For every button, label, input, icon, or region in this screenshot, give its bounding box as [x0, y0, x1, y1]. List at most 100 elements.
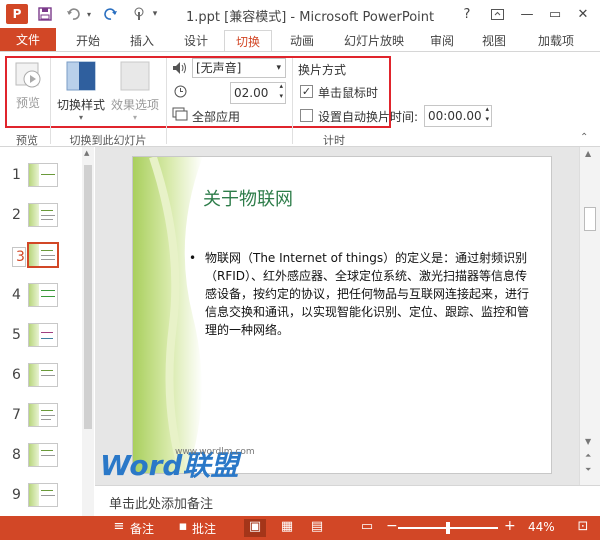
scroll-up-icon[interactable]: ▲ — [84, 149, 89, 157]
tab-animations[interactable]: 动画 — [280, 30, 324, 52]
thumbnail-number: 5 — [12, 327, 21, 343]
next-slide-icon[interactable]: ⏷ — [585, 465, 591, 475]
thumbnail-item[interactable]: 8 — [0, 439, 82, 479]
reading-view-icon[interactable]: ▤ — [306, 519, 328, 537]
comments-button[interactable]: 批注 — [192, 520, 216, 537]
zoom-out-button[interactable]: − — [386, 518, 398, 534]
tab-review[interactable]: 审阅 — [420, 30, 464, 52]
zoom-level[interactable]: 44% — [528, 520, 555, 534]
thumbnail-number: 8 — [12, 447, 21, 463]
slide-scrollbar[interactable]: ▲ ▼ ⏶ ⏷ — [579, 147, 600, 485]
tab-insert[interactable]: 插入 — [120, 30, 164, 52]
effect-options-button[interactable]: 效果选项 ▾ — [108, 60, 162, 124]
ribbon-tabs: 文件 开始 插入 设计 切换 动画 幻灯片放映 审阅 视图 加载项 — [0, 28, 600, 52]
auto-advance-value: 00:00.00 — [428, 109, 482, 123]
duration-icon — [174, 85, 188, 99]
thumbnail-number: 1 — [12, 167, 21, 183]
tab-addins[interactable]: 加载项 — [528, 30, 584, 52]
thumbnail-image — [28, 283, 58, 307]
duration-value: 02.00 — [234, 86, 269, 100]
zoom-slider-handle[interactable] — [446, 522, 450, 534]
thumbnail-image — [28, 483, 58, 507]
tab-home[interactable]: 开始 — [66, 30, 110, 52]
normal-view-icon[interactable]: ▣ — [244, 519, 266, 537]
transition-style-icon — [65, 60, 97, 92]
thumbnail-number: 3 — [12, 247, 26, 267]
undo-icon[interactable] — [62, 3, 84, 25]
slideshow-icon[interactable]: ▭ — [356, 519, 378, 537]
minimize-button[interactable]: — — [512, 0, 542, 28]
restore-button[interactable]: ▭ — [540, 0, 570, 28]
thumbnail-image — [28, 323, 58, 347]
group-label-preview: 预览 — [16, 134, 38, 147]
zoom-in-button[interactable]: + — [504, 518, 516, 534]
ribbon-display-options-icon[interactable] — [482, 0, 512, 28]
scrollbar-thumb[interactable] — [584, 207, 596, 231]
collapse-ribbon-icon[interactable]: ⌃ — [580, 132, 588, 143]
group-separator — [50, 58, 51, 144]
save-icon[interactable] — [34, 3, 56, 25]
thumbnail-item[interactable]: 6 — [0, 359, 82, 399]
tab-design[interactable]: 设计 — [174, 30, 218, 52]
spinner-arrows-icon[interactable]: ▴ ▾ — [279, 81, 283, 101]
notes-placeholder: 单击此处添加备注 — [109, 497, 214, 512]
tab-transitions[interactable]: 切换 — [224, 30, 272, 52]
thumbnail-item[interactable]: 9 — [0, 479, 82, 519]
tab-slideshow[interactable]: 幻灯片放映 — [334, 30, 414, 52]
comment-icon: ▪ — [178, 519, 188, 534]
status-bar: ≡ 备注 ▪ 批注 ▣ ▦ ▤ ▭ − + 44% ⊡ — [0, 516, 600, 540]
current-slide[interactable]: 关于物联网 • 物联网（The Internet of things）的定义是：… — [132, 156, 552, 474]
thumbnail-image — [28, 203, 58, 227]
bullet-icon: • — [189, 251, 197, 265]
thumbnail-image — [28, 403, 58, 427]
auto-advance-checkbox[interactable] — [300, 109, 313, 122]
notes-button[interactable]: 备注 — [130, 520, 154, 537]
redo-icon[interactable] — [100, 3, 122, 25]
transition-style-label: 切换样式 — [56, 98, 105, 112]
thumbnail-item[interactable]: 2 — [0, 199, 82, 239]
undo-dropdown-icon[interactable]: ▾ — [84, 3, 94, 25]
customize-toolbar-icon[interactable]: ▾ — [150, 3, 160, 25]
group-separator — [166, 58, 167, 144]
fit-to-window-icon[interactable]: ⊡ — [572, 519, 594, 537]
close-button[interactable]: ✕ — [568, 0, 598, 28]
thumbnail-number: 6 — [12, 367, 21, 383]
ribbon: 预览 切换样式 ▾ 效果选项 ▾ [无声音] ▾ 02.00 ▴ ▾ 全部应用 换… — [0, 51, 600, 147]
tab-file[interactable]: 文件 — [0, 28, 56, 52]
apply-all-button[interactable]: 全部应用 — [192, 108, 240, 125]
thumbnail-item[interactable]: 4 — [0, 279, 82, 319]
thumbnails-scrollbar[interactable]: ▲ — [82, 147, 94, 516]
preview-button[interactable]: 预览 — [10, 60, 46, 116]
scrollbar-thumb[interactable] — [84, 165, 92, 429]
thumbnail-item-selected[interactable]: 3 — [0, 239, 82, 279]
help-button[interactable]: ? — [452, 0, 482, 28]
slide-body-text[interactable]: • 物联网（The Internet of things）的定义是：通过射频识别… — [189, 249, 535, 339]
thumbnail-item[interactable]: 5 — [0, 319, 82, 359]
watermark-url: www.wordlm.com — [175, 447, 255, 457]
touch-mode-icon[interactable] — [128, 3, 150, 25]
duration-input[interactable]: 02.00 ▴ ▾ — [230, 82, 286, 104]
checkmark-icon: ✓ — [301, 85, 312, 98]
thumbnail-item[interactable]: 7 — [0, 399, 82, 439]
tab-view[interactable]: 视图 — [472, 30, 516, 52]
notes-pane[interactable]: 单击此处添加备注 — [95, 485, 600, 516]
auto-advance-label: 设置自动换片时间: — [318, 110, 419, 124]
spinner-arrows-icon[interactable]: ▴ ▾ — [485, 104, 489, 124]
previous-slide-icon[interactable]: ⏶ — [585, 451, 591, 461]
notes-icon: ≡ — [113, 519, 125, 534]
thumbnail-number: 9 — [12, 487, 21, 503]
auto-advance-time-input[interactable]: 00:00.00 ▴ ▾ — [424, 105, 492, 127]
preview-icon — [13, 60, 43, 90]
slide-sorter-icon[interactable]: ▦ — [276, 519, 298, 537]
thumbnail-number: 7 — [12, 407, 21, 423]
on-click-checkbox[interactable]: ✓ — [300, 85, 313, 98]
powerpoint-logo-icon: P — [6, 4, 28, 24]
scroll-down-icon[interactable]: ▼ — [585, 437, 591, 446]
scroll-up-icon[interactable]: ▲ — [585, 149, 591, 158]
sound-select[interactable]: [无声音] ▾ — [192, 58, 286, 78]
transition-style-button[interactable]: 切换样式 ▾ — [56, 60, 106, 124]
preview-label: 预览 — [15, 96, 40, 110]
thumbnail-item[interactable]: 1 — [0, 159, 82, 199]
slide-title[interactable]: 关于物联网 — [203, 185, 293, 211]
thumbnail-image — [27, 242, 59, 268]
